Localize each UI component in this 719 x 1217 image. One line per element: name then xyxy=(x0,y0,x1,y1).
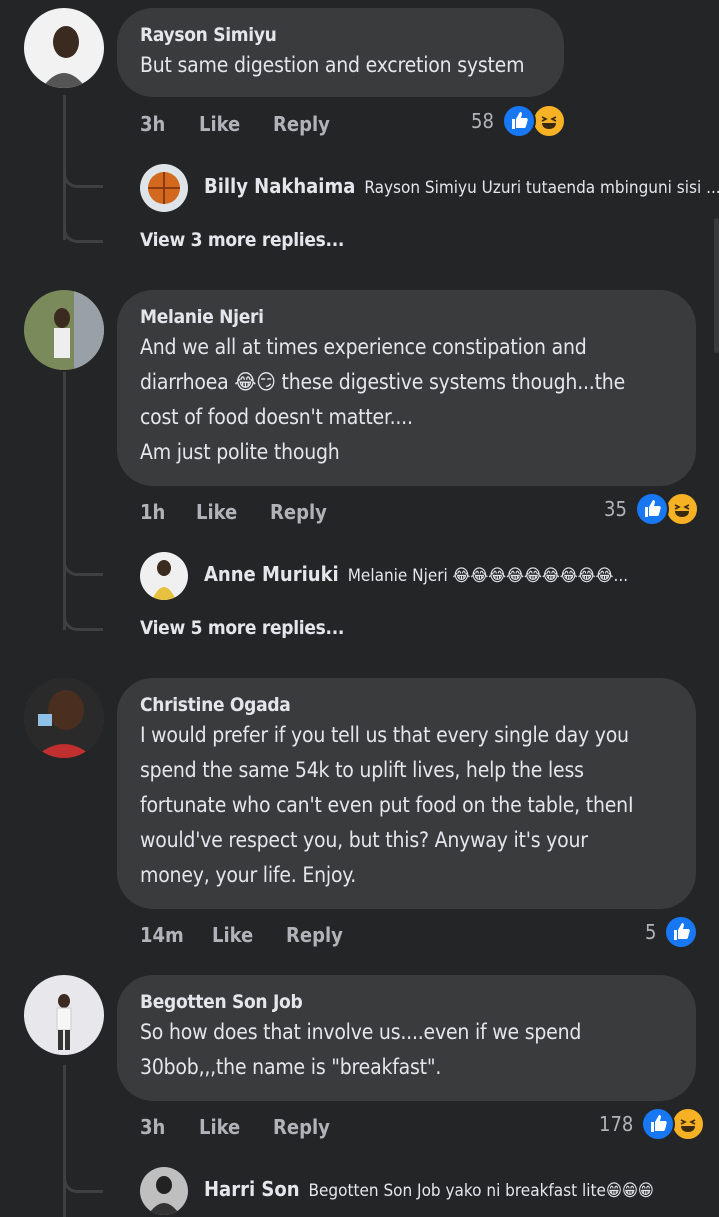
comment-bubble: Begotten Son Job So how does that involv… xyxy=(117,975,696,1101)
reply-button[interactable]: Reply xyxy=(270,500,327,524)
comment-text: Am just polite though xyxy=(140,440,340,464)
comment-text: fortunate who can't even put food on the… xyxy=(140,793,634,817)
like-icon xyxy=(501,104,536,138)
avatar[interactable] xyxy=(140,552,188,600)
comment-text: money, your life. Enjoy. xyxy=(140,863,357,887)
reply-button[interactable]: Reply xyxy=(273,1115,330,1139)
reply-author[interactable]: Anne Muriuki xyxy=(204,562,339,586)
like-icon xyxy=(641,1107,676,1141)
reply-connector xyxy=(63,200,103,243)
reaction-count: 5 xyxy=(645,920,657,944)
view-more-replies[interactable]: View 5 more replies... xyxy=(140,617,344,639)
comment-time[interactable]: 14m xyxy=(140,923,212,947)
comment-time[interactable]: 3h xyxy=(140,1115,199,1139)
comment-bubble: Rayson Simiyu But same digestion and exc… xyxy=(117,8,564,97)
comment-text: cost of food doesn't matter.... xyxy=(140,405,413,429)
haha-icon xyxy=(671,1107,706,1141)
reply-connector xyxy=(63,538,103,576)
reaction-summary[interactable]: 178 xyxy=(599,1107,706,1141)
comment-author[interactable]: Begotten Son Job xyxy=(140,989,674,1015)
reply-preview[interactable]: Harri Son Begotten Son Job yako ni break… xyxy=(204,1177,654,1201)
reply-button[interactable]: Reply xyxy=(286,923,343,947)
like-button[interactable]: Like xyxy=(196,500,270,524)
reaction-count: 35 xyxy=(604,497,627,521)
reaction-summary[interactable]: 58 xyxy=(471,104,566,138)
reply-preview[interactable]: Billy Nakhaima Rayson Simiyu Uzuri tutae… xyxy=(204,174,719,198)
comment-bubble: Melanie Njeri And we all at times experi… xyxy=(117,290,696,486)
comment-text: spend the same 54k to uplift lives, help… xyxy=(140,758,584,782)
scrollbar[interactable] xyxy=(714,218,719,353)
view-more-replies[interactable]: View 3 more replies... xyxy=(140,229,344,251)
reply-connector xyxy=(63,150,103,188)
comment-author[interactable]: Christine Ogada xyxy=(140,692,674,718)
reply-button[interactable]: Reply xyxy=(273,112,330,136)
comment-text: But same digestion and excretion system xyxy=(140,53,525,77)
reaction-count: 178 xyxy=(599,1112,634,1136)
reply-preview[interactable]: Anne Muriuki Melanie Njeri 😂😂😂😂😂😂😂😂😂... xyxy=(204,562,628,586)
avatar[interactable] xyxy=(24,290,104,370)
comment-actions: 3h Like Reply xyxy=(140,112,330,136)
thread-line xyxy=(63,1065,66,1217)
avatar[interactable] xyxy=(24,975,104,1055)
reply-author[interactable]: Harri Son xyxy=(204,1177,300,1201)
comment-time[interactable]: 1h xyxy=(140,500,196,524)
haha-icon xyxy=(531,104,566,138)
reply-text: Rayson Simiyu Uzuri tutaenda mbinguni si… xyxy=(364,178,719,198)
avatar[interactable] xyxy=(24,8,104,88)
comment-text: 30bob,,,the name is "breakfast". xyxy=(140,1055,442,1079)
comment-author[interactable]: Melanie Njeri xyxy=(140,304,674,330)
comment-bubble: Christine Ogada I would prefer if you te… xyxy=(117,678,696,909)
reply-author[interactable]: Billy Nakhaima xyxy=(204,174,355,198)
reply-connector xyxy=(63,1155,103,1193)
comment-text: And we all at times experience constipat… xyxy=(140,335,587,359)
comment-time[interactable]: 3h xyxy=(140,112,199,136)
comment-actions: 3h Like Reply xyxy=(140,1115,330,1139)
comment-author[interactable]: Rayson Simiyu xyxy=(140,22,542,48)
avatar[interactable] xyxy=(140,164,188,212)
like-button[interactable]: Like xyxy=(199,112,273,136)
comment-text: diarrhoea 😂😏 these digestive systems tho… xyxy=(140,370,626,394)
reply-text: Begotten Son Job yako ni breakfast lite😁… xyxy=(308,1181,654,1201)
reaction-summary[interactable]: 35 xyxy=(604,492,699,526)
avatar[interactable] xyxy=(140,1167,188,1215)
comment-actions: 14m Like Reply xyxy=(140,923,343,947)
reaction-count: 58 xyxy=(471,109,494,133)
comment-text: would've respect you, but this? Anyway i… xyxy=(140,828,588,852)
like-button[interactable]: Like xyxy=(199,1115,273,1139)
comment-text: I would prefer if you tell us that every… xyxy=(140,723,629,747)
comment-text: So how does that involve us....even if w… xyxy=(140,1020,582,1044)
like-button[interactable]: Like xyxy=(212,923,286,947)
reaction-summary[interactable]: 5 xyxy=(645,915,699,949)
comment-actions: 1h Like Reply xyxy=(140,500,327,524)
reply-connector xyxy=(63,588,103,631)
avatar[interactable] xyxy=(24,678,104,758)
like-icon xyxy=(634,492,669,526)
like-icon xyxy=(664,915,699,949)
haha-icon xyxy=(664,492,699,526)
reply-text: Melanie Njeri 😂😂😂😂😂😂😂😂😂... xyxy=(347,566,629,586)
